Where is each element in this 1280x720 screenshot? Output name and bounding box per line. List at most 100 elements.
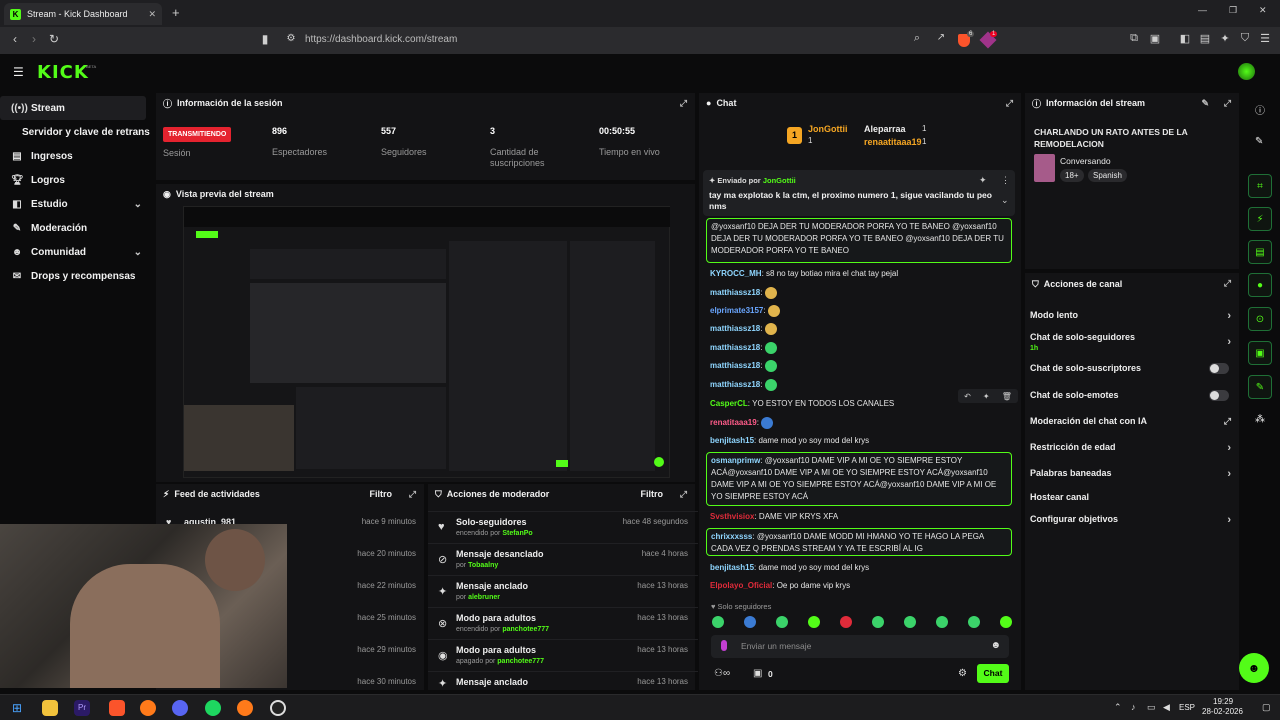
hamburger-icon[interactable]: ☰ <box>13 65 24 79</box>
pin-icon[interactable]: ✦ <box>983 392 990 401</box>
nav-drops[interactable]: ✉ Drops y recompensas <box>0 264 152 288</box>
firefox-2-icon[interactable] <box>237 700 253 716</box>
unpin-icon[interactable]: ✦ <box>979 175 987 186</box>
chat-user[interactable]: matthiassz18 <box>710 361 760 370</box>
gift-icon[interactable]: ▣ <box>753 668 762 679</box>
emote-icon[interactable] <box>776 616 788 628</box>
quick-action-chat-icon[interactable]: ● <box>1248 273 1272 297</box>
bookmark-icon[interactable]: ▮ <box>256 32 274 46</box>
channel-action-followers-only[interactable]: Chat de solo-seguidores 1h › <box>1030 332 1235 352</box>
sidebar-icon[interactable]: ◧ <box>1176 32 1194 45</box>
maximize-icon[interactable]: ❐ <box>1229 5 1237 16</box>
channel-action-goals[interactable]: Configurar objetivos › <box>1030 514 1235 526</box>
tray-network-icon[interactable]: ▭ <box>1147 702 1156 713</box>
chat-user[interactable]: chrixxxsss <box>711 532 752 541</box>
top-user[interactable]: renaatitaaa19 <box>864 137 922 147</box>
back-icon[interactable]: ‹ <box>6 32 24 46</box>
obs-icon[interactable] <box>270 700 286 716</box>
close-tab-icon[interactable]: ✕ <box>148 9 156 20</box>
emote-icon[interactable] <box>936 616 948 628</box>
filter-button[interactable]: Filtro <box>641 489 664 499</box>
chat-user[interactable]: Elpolayo_Oficial <box>710 581 772 590</box>
expand-icon[interactable]: ⤢ <box>1224 98 1231 109</box>
nav-logros[interactable]: 🏆︎ Logros <box>0 168 152 192</box>
zoom-icon[interactable]: ⌕ <box>908 32 926 45</box>
discord-icon[interactable] <box>172 700 188 716</box>
new-tab-button[interactable]: + <box>172 5 180 20</box>
action-user[interactable]: Tobaalny <box>468 562 498 569</box>
info-rail-icon[interactable]: ⓘ <box>1255 102 1265 117</box>
emotes-only-toggle[interactable] <box>1209 390 1229 401</box>
quick-action-crop-icon[interactable]: ⌗ <box>1248 174 1272 198</box>
reply-icon[interactable]: ↶ <box>964 392 971 401</box>
chevron-down-icon[interactable]: ⌄ <box>1001 195 1009 206</box>
chat-user[interactable]: matthiassz18 <box>710 380 760 389</box>
emote-icon[interactable] <box>840 616 852 628</box>
expand-icon[interactable]: ⤢ <box>680 98 687 109</box>
vpn-icon[interactable]: ⛉ <box>1236 32 1254 45</box>
expand-icon[interactable]: ⤢ <box>1224 278 1231 289</box>
action-user[interactable]: panchotee777 <box>502 626 549 633</box>
quick-action-doc-icon[interactable]: ▤ <box>1248 240 1272 264</box>
emote-icon[interactable] <box>904 616 916 628</box>
spotify-icon[interactable] <box>205 700 221 716</box>
channel-action-host[interactable]: Hostear canal <box>1030 492 1235 502</box>
media-icon[interactable]: ▣ <box>1146 32 1164 45</box>
nav-moderacion[interactable]: ✎ Moderación <box>0 216 152 240</box>
minimize-icon[interactable]: — <box>1198 5 1207 15</box>
chat-user[interactable]: CasperCL <box>710 399 748 408</box>
emote-icon[interactable] <box>744 616 756 628</box>
chat-user[interactable]: Svsthvisiox <box>710 512 754 521</box>
tray-date[interactable]: 28-02-2026 <box>1202 707 1243 716</box>
nav-server-key[interactable]: Servidor y clave de retransmisión <box>0 120 152 144</box>
address-bar[interactable]: https://dashboard.kick.com/stream <box>305 34 457 45</box>
ai-icon[interactable]: ✦ <box>1216 32 1234 45</box>
action-user[interactable]: panchotee777 <box>497 658 544 665</box>
more-icon[interactable]: ⋮ <box>1001 175 1010 186</box>
tray-time[interactable]: 19:29 <box>1213 697 1233 706</box>
chat-user[interactable]: matthiassz18 <box>710 324 760 333</box>
channel-action-subs-only[interactable]: Chat de solo-suscriptores <box>1030 363 1235 374</box>
quick-action-screen-icon[interactable]: ▣ <box>1248 341 1272 365</box>
wallet-icon[interactable]: ▤ <box>1196 32 1214 45</box>
action-user[interactable]: StefanPo <box>502 530 532 537</box>
tray-volume-icon[interactable]: ◀ <box>1163 702 1170 713</box>
menu-icon[interactable]: ☰ <box>1256 32 1274 45</box>
tray-mic-icon[interactable]: ♪ <box>1131 702 1136 712</box>
edit-rail-icon[interactable]: ✎ <box>1255 136 1263 147</box>
kick-logo[interactable]: KICK <box>37 62 89 83</box>
emote-icon[interactable] <box>808 616 820 628</box>
emote-icon[interactable] <box>968 616 980 628</box>
file-explorer-icon[interactable] <box>42 700 58 716</box>
category-name[interactable]: Conversando <box>1060 156 1111 166</box>
forward-icon[interactable]: › <box>25 32 43 46</box>
tray-chevron-icon[interactable]: ⌃ <box>1114 702 1122 713</box>
channel-action-ai-mod[interactable]: Moderación del chat con IA ⤢ <box>1030 416 1235 426</box>
quick-action-broadcast-icon[interactable]: ⊙ <box>1248 307 1272 331</box>
expand-icon[interactable]: ⤢ <box>1006 98 1013 109</box>
chat-user[interactable]: matthiassz18 <box>710 288 760 297</box>
channel-action-age[interactable]: Restricción de edad › <box>1030 442 1235 454</box>
extensions-icon[interactable]: ⧉ <box>1125 32 1143 45</box>
quick-action-more-icon[interactable]: ⁂ <box>1255 414 1265 425</box>
stream-preview[interactable] <box>183 206 670 478</box>
premiere-icon[interactable]: Pr <box>74 700 90 716</box>
site-settings-icon[interactable]: ⚙ <box>282 33 300 44</box>
notifications-icon[interactable]: ▢ <box>1262 702 1271 713</box>
chat-user[interactable]: osmanprimw <box>711 456 760 465</box>
brave-icon[interactable] <box>109 700 125 716</box>
chat-settings-icon[interactable]: ⚙ <box>958 668 967 679</box>
firefox-icon[interactable] <box>140 700 156 716</box>
share-icon[interactable]: ↗ <box>932 32 950 43</box>
points-icon[interactable]: ⚇∞ <box>714 668 730 679</box>
subs-only-toggle[interactable] <box>1209 363 1229 374</box>
expand-icon[interactable]: ⤢ <box>680 489 687 500</box>
filter-button[interactable]: Filtro <box>370 489 393 499</box>
quick-action-lightning-icon[interactable]: ⚡︎ <box>1248 207 1272 231</box>
emote-icon[interactable] <box>712 616 724 628</box>
avatar[interactable] <box>1238 63 1255 80</box>
support-fab[interactable]: ☻ <box>1239 653 1269 683</box>
chat-user[interactable]: renatitaaa19 <box>710 418 757 427</box>
chat-user[interactable]: benjitash15 <box>710 563 754 572</box>
chat-user[interactable]: matthiassz18 <box>710 343 760 352</box>
